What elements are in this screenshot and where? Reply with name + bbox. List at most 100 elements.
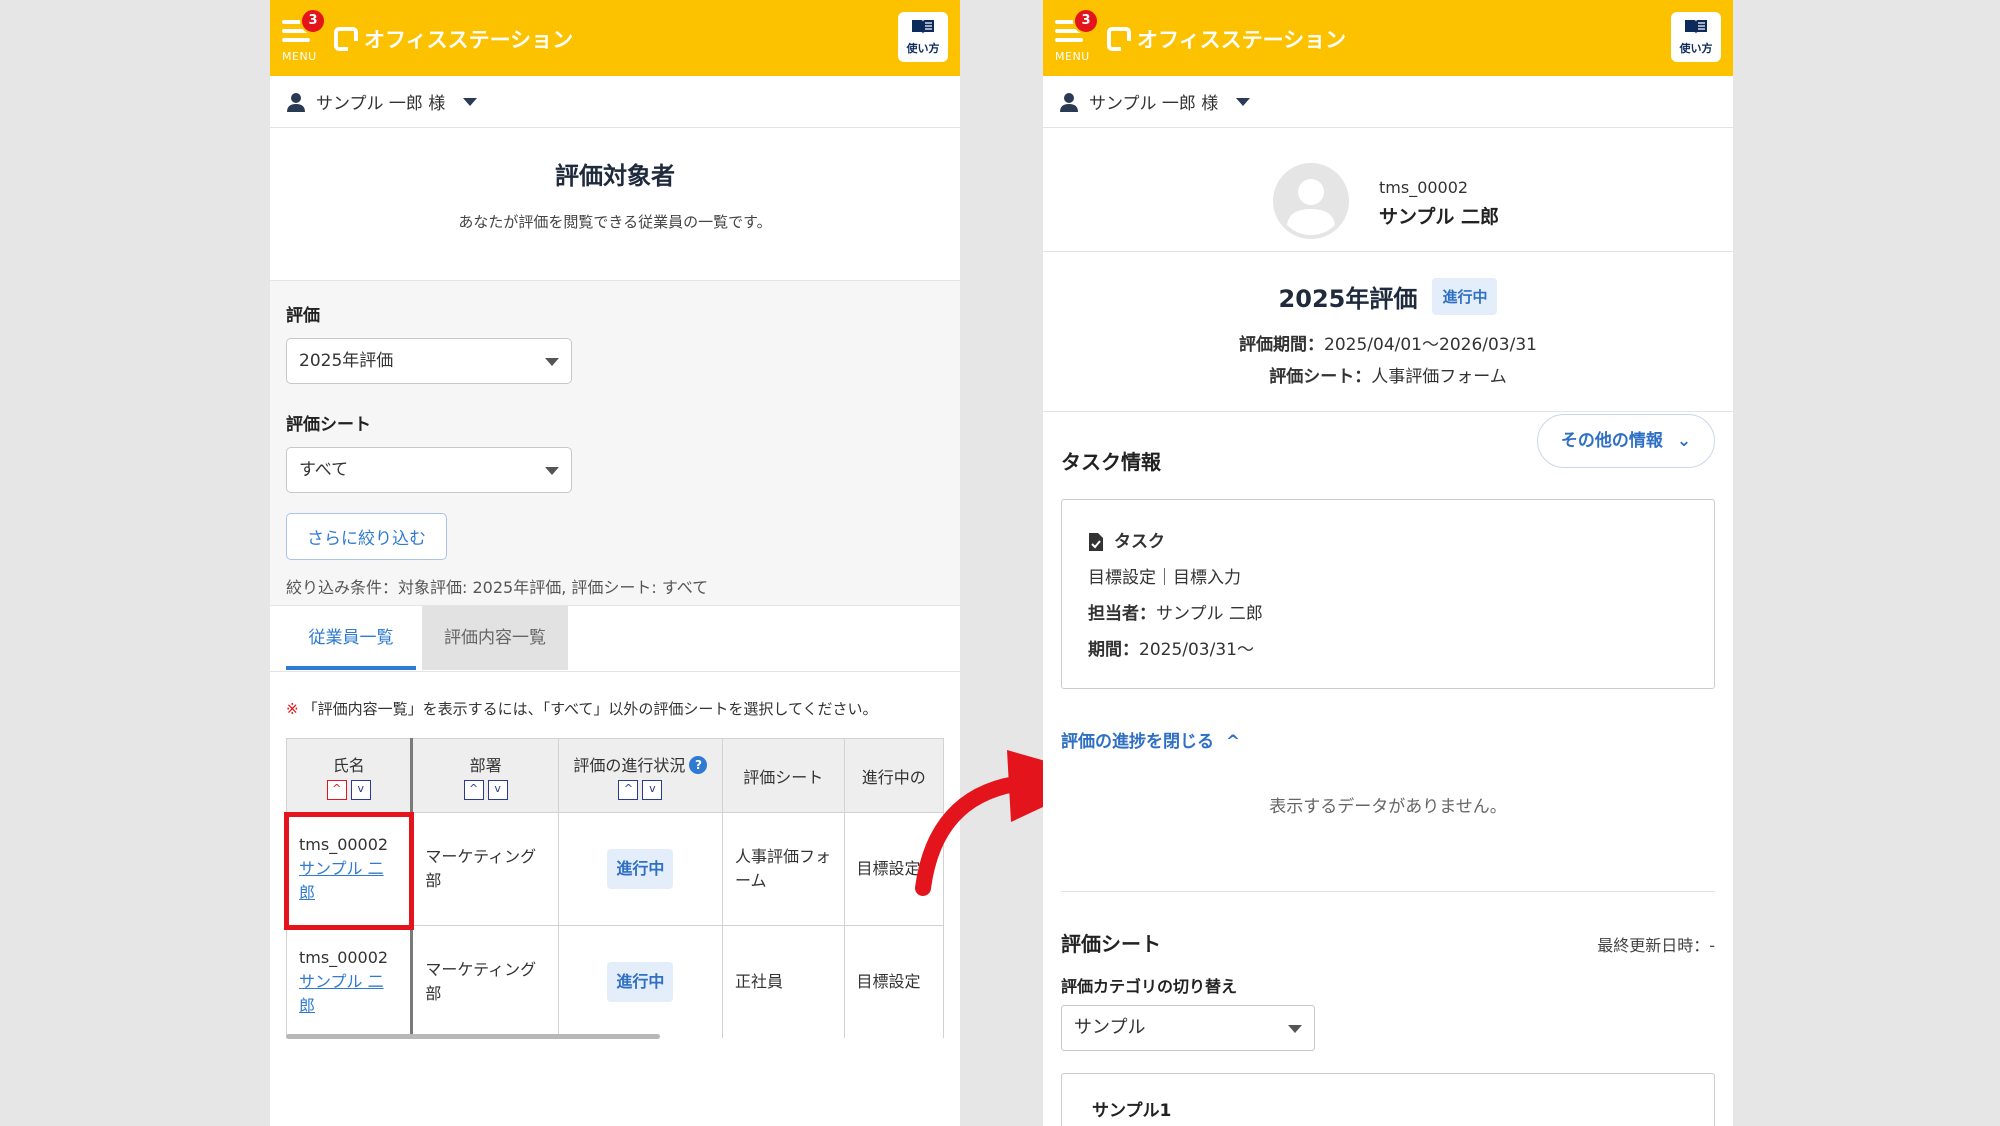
header-dept: 部署 ^ v [411, 738, 559, 813]
sort-asc-icon[interactable]: ^ [463, 779, 484, 800]
book-icon [1685, 20, 1707, 34]
chevron-down-icon [545, 358, 559, 366]
period-value: 2025/04/01～2026/03/31 [1324, 335, 1537, 355]
sample-card-title: サンプル1 [1092, 1101, 1172, 1121]
brand-name: オフィスステーション [1137, 28, 1347, 52]
evaluation-summary: 2025年評価 進行中 評価期間：2025/04/01～2026/03/31 評… [1043, 252, 1733, 412]
due-value: 2025/03/31～ [1139, 640, 1254, 660]
assignee-label: 担当者： [1088, 604, 1156, 624]
user-icon [1060, 92, 1078, 112]
help-circle-icon[interactable]: ? [689, 755, 708, 774]
cell-task: 目標設定 [843, 925, 944, 1038]
cell-status: 進行中 [557, 925, 724, 1038]
page-description: あなたが評価を閲覧できる従業員の一覧です。 [458, 213, 772, 231]
status-badge: 進行中 [607, 849, 674, 889]
chevron-down-icon: ⌄ [1676, 431, 1692, 451]
sort-desc-icon[interactable]: v [487, 779, 508, 800]
eval-select[interactable]: 2025年評価 [286, 338, 572, 384]
menu-label: MENU [282, 50, 317, 63]
brand-logo[interactable]: オフィスステーション [1107, 24, 1346, 54]
eval-title: 2025年評価 [1278, 285, 1418, 313]
notice-mark: ※ [286, 700, 299, 718]
page-title: 評価対象者 [555, 162, 675, 190]
sheet-filter-label: 評価シート [286, 415, 371, 435]
refine-button[interactable]: さらに絞り込む [286, 513, 447, 560]
progress-toggle-link[interactable]: 評価の進捗を閉じる ^ [1061, 732, 1240, 752]
sheet-label: 評価シート： [1269, 367, 1372, 387]
app-header: MENU 3 オフィスステーション 使い方 [270, 0, 960, 76]
chevron-down-icon [1236, 97, 1251, 106]
cell-dept: マーケティング部 [411, 925, 559, 1038]
book-icon [912, 20, 934, 34]
notification-badge: 3 [1073, 8, 1099, 34]
empty-message: 表示するデータがありません。 [1269, 797, 1507, 817]
header-status: 評価の進行状況? ^ v [557, 738, 724, 813]
status-badge: 進行中 [607, 962, 674, 1002]
task-section: タスク情報 その他の情報 ⌄ タスク 目標設定｜目標入力 担当者：サンプル 二郎… [1043, 412, 1733, 817]
employee-profile: tms_00002 サンプル 二郎 [1043, 128, 1733, 252]
employee-name: サンプル 二郎 [1379, 206, 1500, 228]
cell-sheet: 人事評価フォーム [722, 812, 845, 926]
brand-icon [1107, 27, 1131, 51]
tab-bar: 従業員一覧 評価内容一覧 [270, 606, 960, 672]
status-badge: 進行中 [1432, 278, 1498, 315]
sheet-section: 評価シート 最終更新日時：- 評価カテゴリの切り替え サンプル サンプル1 [1043, 892, 1733, 1126]
user-name: サンプル 一郎 様 [1089, 94, 1219, 114]
period-label: 評価期間： [1239, 335, 1325, 355]
employee-detail-screen: MENU 3 オフィスステーション 使い方 サンプル 一郎 様 tms_0000… [1043, 0, 1733, 1126]
notification-badge: 3 [300, 8, 326, 34]
cell-status: 進行中 [557, 812, 724, 926]
sort-desc-icon[interactable]: v [350, 779, 371, 800]
horizontal-scrollbar[interactable] [286, 1034, 660, 1039]
sheet-select-value: すべて [299, 460, 349, 480]
help-button[interactable]: 使い方 [1671, 12, 1721, 62]
tab-eval-content-list[interactable]: 評価内容一覧 [422, 606, 568, 670]
help-label: 使い方 [1679, 42, 1713, 55]
menu-label: MENU [1055, 50, 1090, 63]
chevron-down-icon [545, 467, 559, 475]
notice-text: 「評価内容一覧」を表示するには、「すべて」以外の評価シートを選択してください。 [302, 700, 878, 718]
user-name: サンプル 一郎 様 [316, 94, 446, 114]
chevron-down-icon [1288, 1025, 1302, 1033]
help-label: 使い方 [906, 42, 940, 55]
user-menu[interactable]: サンプル 一郎 様 [1043, 76, 1733, 128]
highlight-box [284, 812, 414, 930]
filter-condition: 絞り込み条件：対象評価: 2025年評価, 評価シート: すべて [286, 578, 709, 597]
sheet-value: 人事評価フォーム [1371, 367, 1507, 387]
task-step: 目標設定｜目標入力 [1088, 568, 1241, 588]
menu-button[interactable]: MENU 3 [282, 8, 326, 63]
menu-button[interactable]: MENU 3 [1055, 8, 1099, 63]
task-card: タスク 目標設定｜目標入力 担当者：サンプル 二郎 期間：2025/03/31～ [1061, 499, 1715, 689]
table-row: tms_00002 サンプル 二郎 マーケティング部 進行中 正社員 目標設定 [286, 925, 944, 1038]
sample-card: サンプル1 [1061, 1073, 1715, 1126]
sheet-section-title: 評価シート [1061, 932, 1161, 956]
eval-filter-label: 評価 [286, 306, 320, 326]
avatar-icon [1273, 163, 1349, 239]
employee-id: tms_00002 [299, 948, 389, 967]
notice: ※ 「評価内容一覧」を表示するには、「すべて」以外の評価シートを選択してください。 [270, 672, 960, 722]
user-menu[interactable]: サンプル 一郎 様 [270, 76, 960, 128]
user-icon [287, 92, 305, 112]
sheet-select[interactable]: すべて [286, 447, 572, 493]
cell-sheet: 正社員 [722, 925, 845, 1038]
sort-desc-icon[interactable]: v [642, 779, 663, 800]
tab-employee-list[interactable]: 従業員一覧 [286, 606, 416, 670]
help-button[interactable]: 使い方 [898, 12, 948, 62]
more-info-button[interactable]: その他の情報 ⌄ [1537, 414, 1715, 468]
sort-asc-icon[interactable]: ^ [618, 779, 639, 800]
brand-icon [334, 27, 358, 51]
brand-name: オフィスステーション [364, 28, 574, 52]
employee-id: tms_00002 [1379, 178, 1469, 197]
employee-name-link[interactable]: サンプル 二郎 [299, 970, 398, 1018]
cell-name: tms_00002 サンプル 二郎 [286, 925, 414, 1038]
category-select[interactable]: サンプル [1061, 1005, 1315, 1051]
header-name: 氏名 ^ v [286, 738, 414, 813]
due-label: 期間： [1088, 640, 1139, 660]
brand-logo[interactable]: オフィスステーション [334, 24, 573, 54]
last-updated: 最終更新日時：- [1597, 936, 1715, 955]
sort-asc-icon[interactable]: ^ [326, 779, 347, 800]
header-sheet: 評価シート [722, 738, 845, 813]
chevron-down-icon [463, 97, 478, 106]
task-heading: タスク [1114, 532, 1165, 552]
document-check-icon [1089, 533, 1103, 551]
